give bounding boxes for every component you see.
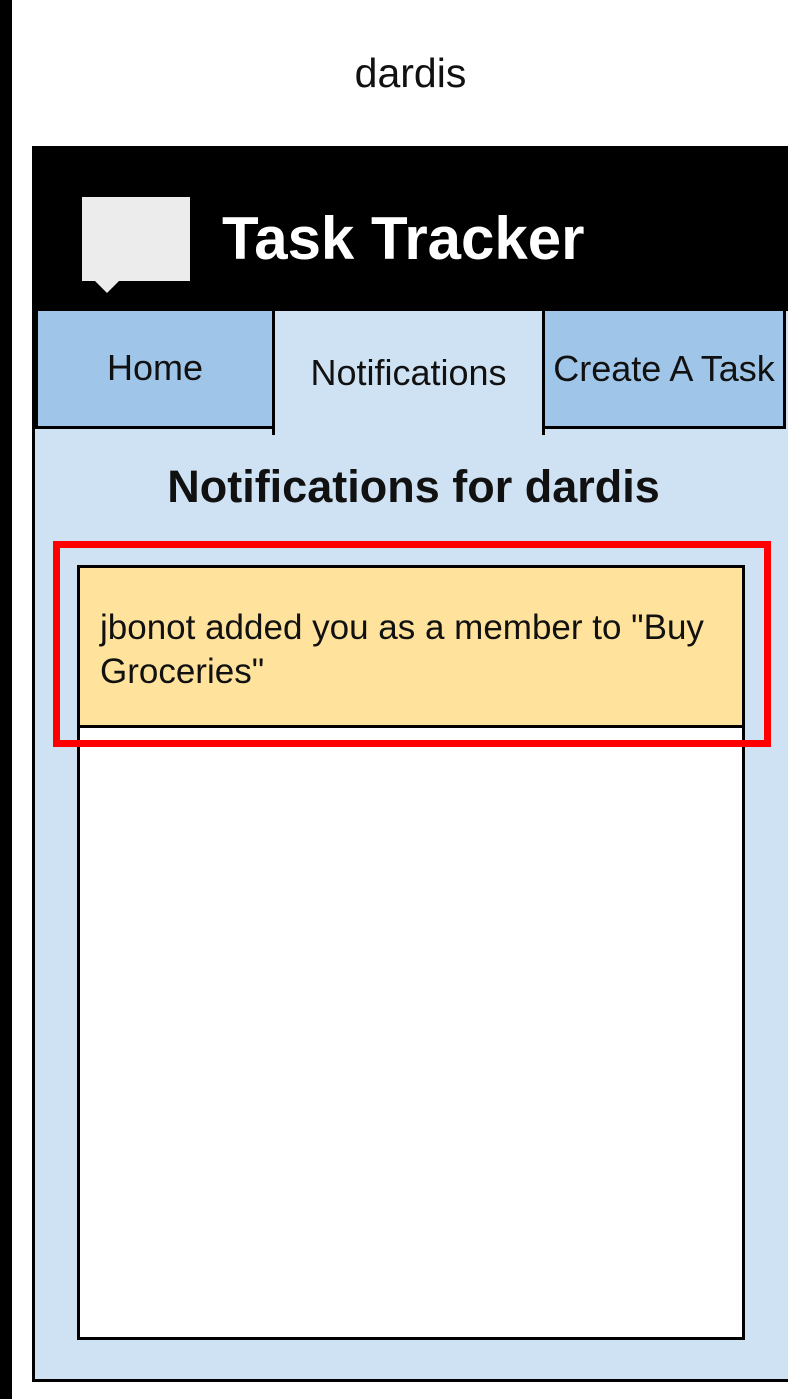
app-window: Task Tracker Home Notifications Create A… — [32, 146, 788, 1382]
app-title: Task Tracker — [222, 205, 585, 272]
tab-create-task-label: Create A Task — [553, 348, 775, 390]
app-header: Task Tracker — [35, 149, 788, 311]
tab-notifications-label: Notifications — [310, 351, 507, 393]
tab-home-label: Home — [106, 347, 204, 389]
highlight-box — [53, 541, 771, 747]
user-label: dardis — [354, 50, 467, 96]
tab-create-task[interactable]: Create A Task — [542, 311, 786, 429]
tab-home[interactable]: Home — [35, 311, 275, 429]
speech-bubble-logo-icon — [82, 197, 190, 293]
tab-notifications[interactable]: Notifications — [272, 311, 545, 435]
canvas: dardis Task Tracker Home Notifications C… — [12, 0, 788, 1399]
page-title: Notifications for dardis — [167, 461, 660, 512]
